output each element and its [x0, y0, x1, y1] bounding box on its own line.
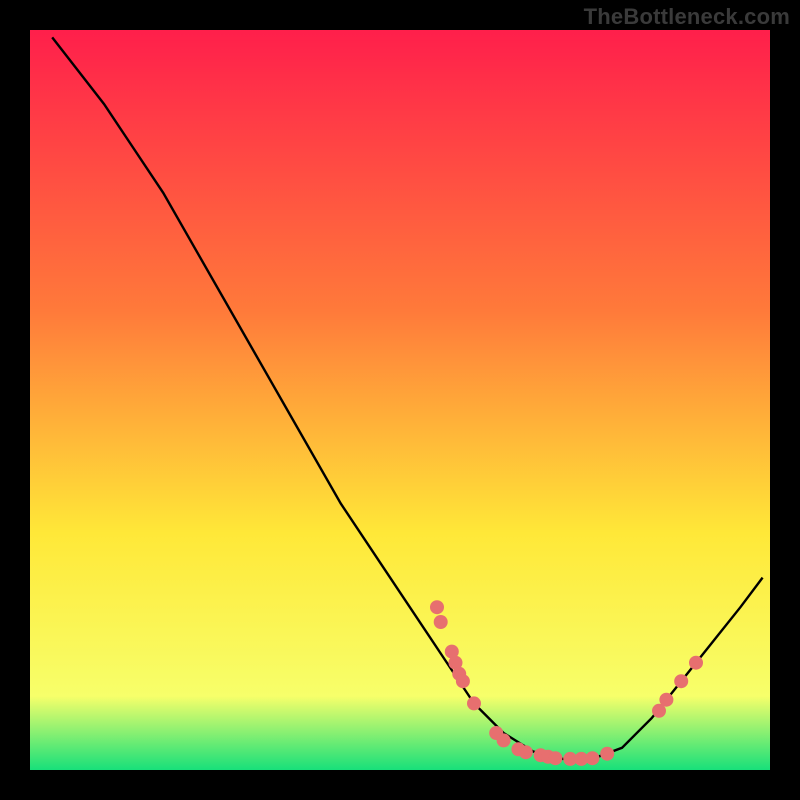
- data-dot: [430, 600, 444, 614]
- gradient-background: [30, 30, 770, 770]
- chart-svg: [30, 30, 770, 770]
- data-dot: [585, 751, 599, 765]
- watermark-text: TheBottleneck.com: [584, 4, 790, 30]
- plot-area: [30, 30, 770, 770]
- data-dot: [434, 615, 448, 629]
- data-dot: [600, 747, 614, 761]
- data-dot: [659, 693, 673, 707]
- data-dot: [519, 745, 533, 759]
- data-dot: [456, 674, 470, 688]
- data-dot: [497, 733, 511, 747]
- data-dot: [548, 751, 562, 765]
- chart-frame: TheBottleneck.com: [0, 0, 800, 800]
- data-dot: [467, 696, 481, 710]
- data-dot: [689, 656, 703, 670]
- data-dot: [674, 674, 688, 688]
